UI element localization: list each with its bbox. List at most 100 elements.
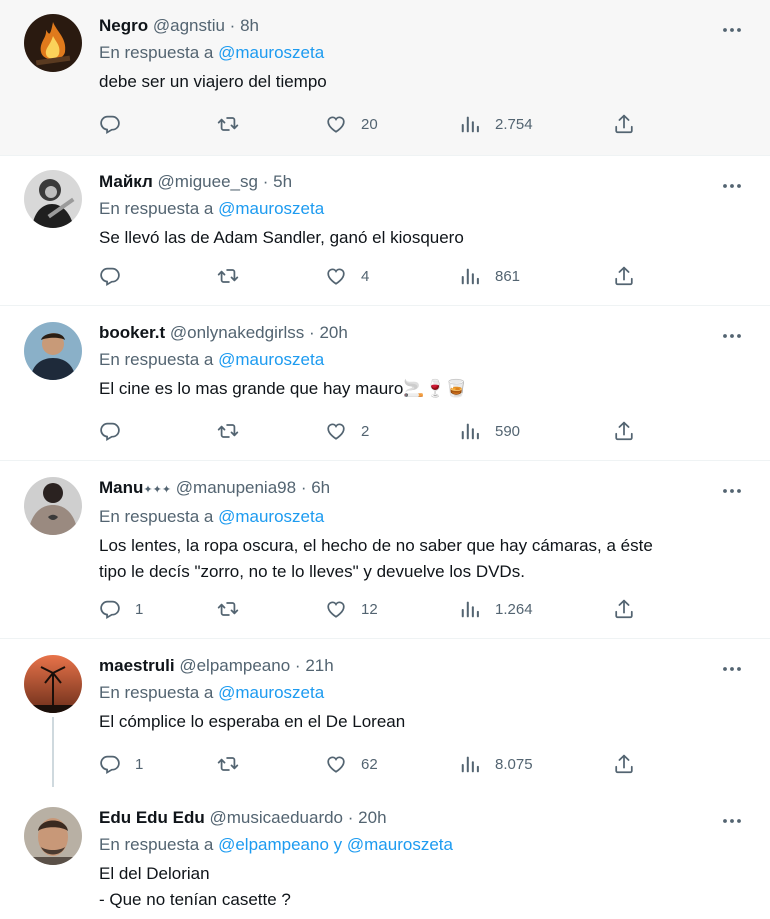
tweet-text: Los lentes, la ropa oscura, el hecho de … (99, 533, 730, 585)
reply-prefix: En respuesta a (99, 507, 214, 526)
user-handle[interactable]: @musicaeduardo (210, 808, 344, 827)
tweet[interactable]: Edu Edu Edu @musicaeduardo · 20h En resp… (0, 787, 770, 919)
share-button[interactable] (613, 110, 635, 138)
face-avatar[interactable] (24, 807, 82, 865)
action-bar: 1 12 1.264 (99, 595, 659, 623)
tweet[interactable]: booker.t @onlynakedgirlss · 20h En respu… (0, 306, 770, 461)
display-name[interactable]: Negro (99, 16, 148, 35)
user-handle[interactable]: @agnstiu (153, 16, 225, 35)
retweet-button[interactable] (217, 262, 253, 290)
timestamp[interactable]: 6h (311, 478, 330, 497)
retweet-button[interactable] (217, 110, 253, 138)
timestamp[interactable]: 20h (319, 323, 347, 342)
mention-link[interactable]: @mauroszeta (218, 199, 324, 218)
action-bar: 4 861 (99, 262, 659, 290)
timestamp[interactable]: 8h (240, 16, 259, 35)
timestamp[interactable]: 20h (358, 808, 386, 827)
reply-prefix: En respuesta a (99, 350, 214, 369)
reply-icon (99, 265, 121, 287)
share-button[interactable] (613, 417, 635, 445)
reply-button[interactable] (99, 417, 135, 445)
heart-icon (325, 598, 347, 620)
views-count: 590 (495, 422, 521, 440)
mention-link[interactable]: @mauroszeta (218, 683, 324, 702)
heart-icon (325, 420, 347, 442)
reply-button[interactable]: 1 (99, 750, 143, 778)
views-button[interactable]: 2.754 (459, 110, 533, 138)
tweet[interactable]: Negro @agnstiu · 8h En respuesta a @maur… (0, 0, 770, 156)
reply-button[interactable] (99, 262, 135, 290)
reply-prefix: En respuesta a (99, 835, 214, 854)
tattoo-avatar[interactable] (24, 477, 82, 535)
mention-link[interactable]: @elpampeano y @mauroszeta (218, 835, 453, 854)
display-name[interactable]: booker.t (99, 323, 165, 342)
display-name[interactable]: Manu (99, 478, 143, 497)
tweet-text: debe ser un viajero del tiempo (99, 69, 730, 95)
name-suffix-icon: ✦✦✦ (143, 484, 172, 496)
reply-context: En respuesta a @mauroszeta (99, 506, 730, 528)
views-count: 8.075 (495, 755, 533, 773)
user-handle[interactable]: @elpampeano (179, 656, 290, 675)
views-button[interactable]: 8.075 (459, 750, 533, 778)
like-button[interactable]: 20 (325, 110, 378, 138)
timestamp[interactable]: 21h (305, 656, 333, 675)
reply-context: En respuesta a @mauroszeta (99, 42, 730, 64)
like-button[interactable]: 4 (325, 262, 369, 290)
reply-count: 1 (135, 755, 144, 773)
share-button[interactable] (613, 262, 635, 290)
like-count: 20 (361, 115, 378, 133)
views-button[interactable]: 861 (459, 262, 520, 290)
user-handle[interactable]: @miguee_sg (158, 172, 258, 191)
share-icon (613, 420, 635, 442)
reply-context: En respuesta a @mauroszeta (99, 682, 730, 704)
timestamp[interactable]: 5h (273, 172, 292, 191)
windmill-sunset-avatar[interactable] (24, 655, 82, 713)
like-count: 4 (361, 267, 370, 285)
user-handle[interactable]: @manupenia98 (176, 478, 296, 497)
views-button[interactable]: 590 (459, 417, 520, 445)
separator-dot: · (262, 172, 269, 191)
share-icon (613, 753, 635, 775)
tweet-text: Se llevó las de Adam Sandler, ganó el ki… (99, 225, 730, 251)
guitarist-avatar[interactable] (24, 170, 82, 228)
tweet[interactable]: Майкл @miguee_sg · 5h En respuesta a @ma… (0, 156, 770, 306)
reply-icon (99, 113, 121, 135)
like-button[interactable]: 62 (325, 750, 378, 778)
reply-prefix: En respuesta a (99, 683, 214, 702)
thread-connector (52, 717, 54, 787)
share-button[interactable] (613, 750, 635, 778)
views-icon (459, 113, 481, 135)
retweet-button[interactable] (217, 595, 253, 623)
mention-link[interactable]: @mauroszeta (218, 43, 324, 62)
retweet-icon (217, 420, 239, 442)
person-avatar[interactable] (24, 322, 82, 380)
display-name[interactable]: Edu Edu Edu (99, 808, 205, 827)
reply-button[interactable]: 1 (99, 595, 143, 623)
views-button[interactable]: 1.264 (459, 595, 533, 623)
display-name[interactable]: maestruli (99, 656, 175, 675)
user-handle[interactable]: @onlynakedgirlss (170, 323, 304, 342)
share-icon (613, 113, 635, 135)
reply-icon (99, 753, 121, 775)
like-count: 2 (361, 422, 370, 440)
heart-icon (325, 265, 347, 287)
mention-link[interactable]: @mauroszeta (218, 350, 324, 369)
like-button[interactable]: 12 (325, 595, 378, 623)
views-icon (459, 265, 481, 287)
retweet-button[interactable] (217, 417, 253, 445)
retweet-icon (217, 265, 239, 287)
action-bar: 20 2.754 (99, 110, 659, 138)
campfire-avatar[interactable] (24, 14, 82, 72)
share-button[interactable] (613, 595, 635, 623)
tweet[interactable]: Manu✦✦✦ @manupenia98 · 6h En respuesta a… (0, 461, 770, 639)
views-icon (459, 598, 481, 620)
tweet[interactable]: maestruli @elpampeano · 21h En respuesta… (0, 639, 770, 787)
like-button[interactable]: 2 (325, 417, 369, 445)
separator-dot: · (347, 808, 354, 827)
mention-link[interactable]: @mauroszeta (218, 507, 324, 526)
retweet-icon (217, 113, 239, 135)
retweet-button[interactable] (217, 750, 253, 778)
display-name[interactable]: Майкл (99, 172, 153, 191)
reply-button[interactable] (99, 110, 135, 138)
reply-icon (99, 420, 121, 442)
